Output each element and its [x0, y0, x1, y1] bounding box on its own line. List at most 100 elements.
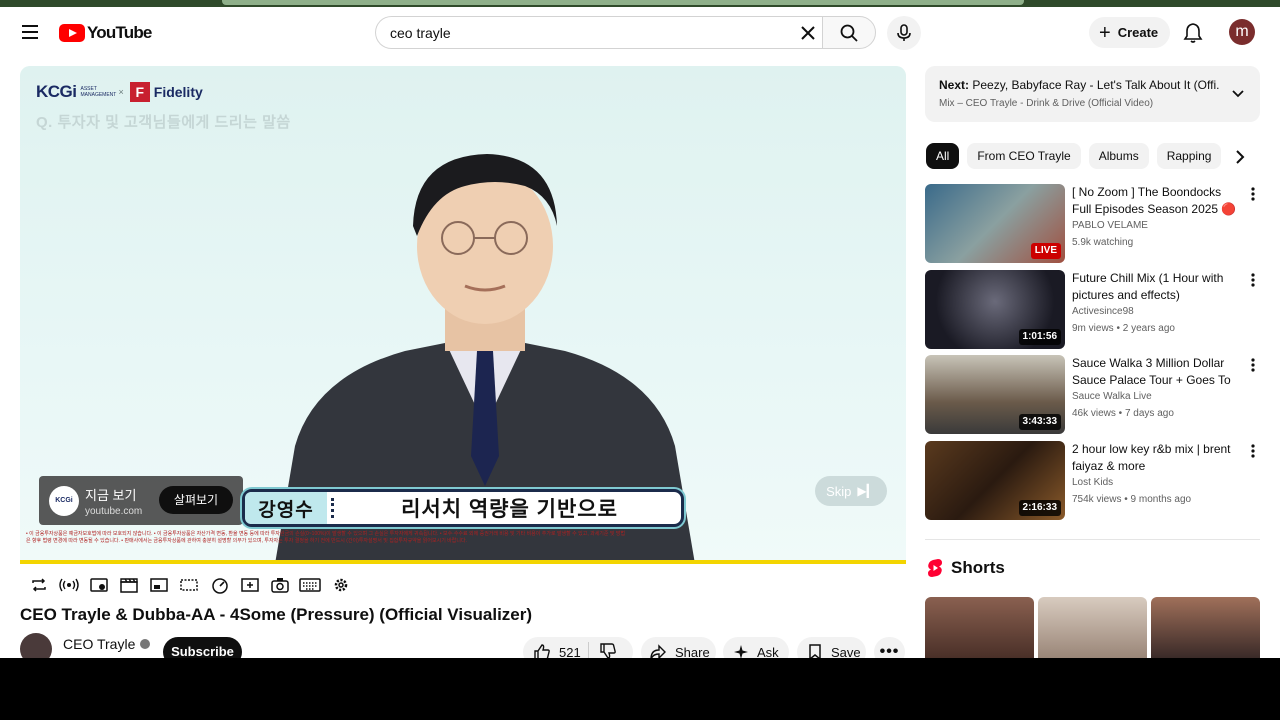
- video-thumbnail[interactable]: LIVE: [925, 184, 1065, 263]
- more-vertical-icon[interactable]: [1245, 357, 1261, 373]
- skip-label: Skip: [826, 483, 852, 499]
- gear-icon[interactable]: [330, 574, 352, 596]
- lower-third-caption: 강영수 리서치 역량을 기반으로: [242, 489, 684, 527]
- video-thumbnail[interactable]: 2:16:33: [925, 441, 1065, 520]
- voice-search-button[interactable]: [887, 16, 921, 50]
- skip-ad-button[interactable]: Skip ▶▎: [815, 476, 887, 506]
- ad-watch-url: youtube.com: [85, 505, 143, 517]
- ad-progress-bar[interactable]: [20, 560, 906, 564]
- loop-icon[interactable]: [28, 574, 50, 596]
- recommendation-title[interactable]: Future Chill Mix (1 Hour with pictures a…: [1072, 270, 1242, 304]
- more-actions-button[interactable]: •••: [874, 637, 905, 658]
- ask-label: Ask: [757, 644, 779, 659]
- recommendation-meta: 9m views • 2 years ago: [1072, 323, 1175, 334]
- up-next-title-row: Next: Peezy, Babyface Ray - Let's Talk A…: [939, 78, 1219, 92]
- video-player[interactable]: KCGi ASSET MANAGEMENT × F Fidelity Q. 투자…: [20, 66, 906, 564]
- camera-icon[interactable]: [269, 574, 291, 596]
- short-thumbnail[interactable]: [925, 597, 1034, 658]
- share-label: Share: [675, 644, 710, 659]
- account-avatar[interactable]: m: [1229, 19, 1255, 45]
- chevron-right-icon[interactable]: [1229, 146, 1251, 168]
- recommendation-channel[interactable]: Lost Kids: [1072, 477, 1113, 488]
- video-title: CEO Trayle & Dubba-AA - 4Some (Pressure)…: [20, 605, 533, 624]
- subscribe-button[interactable]: Subscribe: [163, 637, 242, 658]
- shorts-header: Shorts: [927, 558, 1005, 578]
- related-filter-chips: All From CEO Trayle Albums Rapping: [926, 143, 1229, 169]
- recommendation-title[interactable]: [ No Zoom ] The Boondocks Full Episodes …: [1072, 184, 1242, 218]
- like-button[interactable]: 521: [523, 642, 589, 658]
- up-next-prefix: Next:: [939, 78, 970, 92]
- recommendation-item[interactable]: LIVE [ No Zoom ] The Boondocks Full Epis…: [925, 184, 1265, 264]
- duration-badge: 3:43:33: [1018, 414, 1061, 430]
- video-thumbnail[interactable]: 1:01:56: [925, 270, 1065, 349]
- fidelity-logo-mark: F: [129, 82, 150, 102]
- channel-name-row[interactable]: CEO Trayle: [63, 636, 151, 652]
- more-vertical-icon[interactable]: [1245, 443, 1261, 459]
- recommendation-meta: 754k views • 9 months ago: [1072, 494, 1192, 505]
- more-horizontal-icon: •••: [879, 643, 900, 658]
- youtube-play-icon: [59, 24, 85, 42]
- sidebar-divider: [925, 539, 1260, 540]
- sparkle-icon: [734, 645, 748, 658]
- clear-search-icon[interactable]: [798, 23, 818, 43]
- picture-in-picture-icon[interactable]: [149, 574, 171, 596]
- short-thumbnail[interactable]: [1151, 597, 1260, 658]
- chip-rapping[interactable]: Rapping: [1156, 143, 1222, 169]
- fidelity-logo-text: Fidelity: [153, 84, 203, 100]
- share-icon: [650, 644, 666, 658]
- more-vertical-icon[interactable]: [1245, 272, 1261, 288]
- recommendation-item[interactable]: 3:43:33 Sauce Walka 3 Million Dollar Sau…: [925, 355, 1265, 435]
- dislike-button[interactable]: [589, 642, 617, 658]
- microphone-icon: [897, 24, 911, 41]
- search-button[interactable]: [822, 16, 876, 49]
- ad-visit-button[interactable]: 살펴보기: [159, 486, 233, 514]
- recommendation-title[interactable]: 2 hour low key r&b mix | brent faiyaz & …: [1072, 441, 1242, 475]
- caption-separator: [331, 498, 334, 518]
- recommendation-title[interactable]: Sauce Walka 3 Million Dollar Sauce Palac…: [1072, 355, 1242, 389]
- recommendation-item[interactable]: 2:16:33 2 hour low key r&b mix | brent f…: [925, 441, 1265, 521]
- clapperboard-icon[interactable]: [118, 574, 140, 596]
- up-next-panel[interactable]: Next: Peezy, Babyface Ray - Let's Talk A…: [925, 66, 1260, 122]
- duration-badge: 1:01:56: [1018, 329, 1061, 345]
- ask-button[interactable]: Ask: [723, 637, 789, 658]
- video-thumbnail[interactable]: 3:43:33: [925, 355, 1065, 434]
- search-icon: [840, 24, 858, 42]
- notifications-bell-icon[interactable]: [1181, 21, 1205, 45]
- keyboard-icon[interactable]: [299, 574, 322, 596]
- short-thumbnail[interactable]: [1038, 597, 1147, 658]
- ad-watch-card[interactable]: KCGi 지금 보기 youtube.com 살펴보기: [39, 476, 243, 525]
- theater-mode-icon[interactable]: [179, 574, 201, 596]
- recommendation-channel[interactable]: Activesince98: [1072, 306, 1134, 317]
- chip-albums[interactable]: Albums: [1088, 143, 1149, 169]
- create-button[interactable]: + Create: [1089, 17, 1170, 48]
- browser-scroll-bar: [222, 0, 1024, 5]
- bookmark-icon: [809, 644, 821, 658]
- chip-all[interactable]: All: [926, 143, 960, 169]
- more-vertical-icon[interactable]: [1245, 186, 1261, 202]
- recommendation-channel[interactable]: PABLO VELAME: [1072, 220, 1148, 231]
- chevron-down-icon[interactable]: [1228, 84, 1248, 104]
- player-extension-toolbar: [20, 569, 360, 601]
- ad-brand-row: KCGi ASSET MANAGEMENT × F Fidelity: [36, 82, 203, 102]
- caption-text: 리서치 역량을 기반으로: [401, 498, 618, 521]
- add-screenshot-icon[interactable]: [239, 574, 261, 596]
- speed-gauge-icon[interactable]: [209, 574, 231, 596]
- channel-avatar[interactable]: [20, 633, 52, 658]
- search-input[interactable]: [390, 24, 770, 41]
- chip-from-channel[interactable]: From CEO Trayle: [967, 143, 1081, 169]
- broadcast-icon[interactable]: [58, 574, 80, 596]
- menu-icon[interactable]: [18, 21, 42, 45]
- recommendation-channel[interactable]: Sauce Walka Live: [1072, 391, 1152, 402]
- video-settings-icon[interactable]: [88, 574, 110, 596]
- youtube-logo[interactable]: YouTube: [59, 22, 152, 44]
- up-next-subtitle: Mix – CEO Trayle - Drink & Drive (Offici…: [939, 98, 1154, 109]
- like-dislike-group: 521: [523, 637, 633, 658]
- channel-name[interactable]: CEO Trayle: [63, 636, 135, 652]
- masthead: YouTube + Create m: [0, 7, 1280, 59]
- browser-top-strip: [0, 0, 1280, 7]
- ad-watch-title: 지금 보기: [85, 487, 137, 503]
- ad-question-text: Q. 투자자 및 고객님들에게 드리는 말씀: [36, 114, 291, 131]
- recommendation-item[interactable]: 1:01:56 Future Chill Mix (1 Hour with pi…: [925, 270, 1265, 350]
- share-button[interactable]: Share: [641, 637, 716, 658]
- save-button[interactable]: Save: [797, 637, 866, 658]
